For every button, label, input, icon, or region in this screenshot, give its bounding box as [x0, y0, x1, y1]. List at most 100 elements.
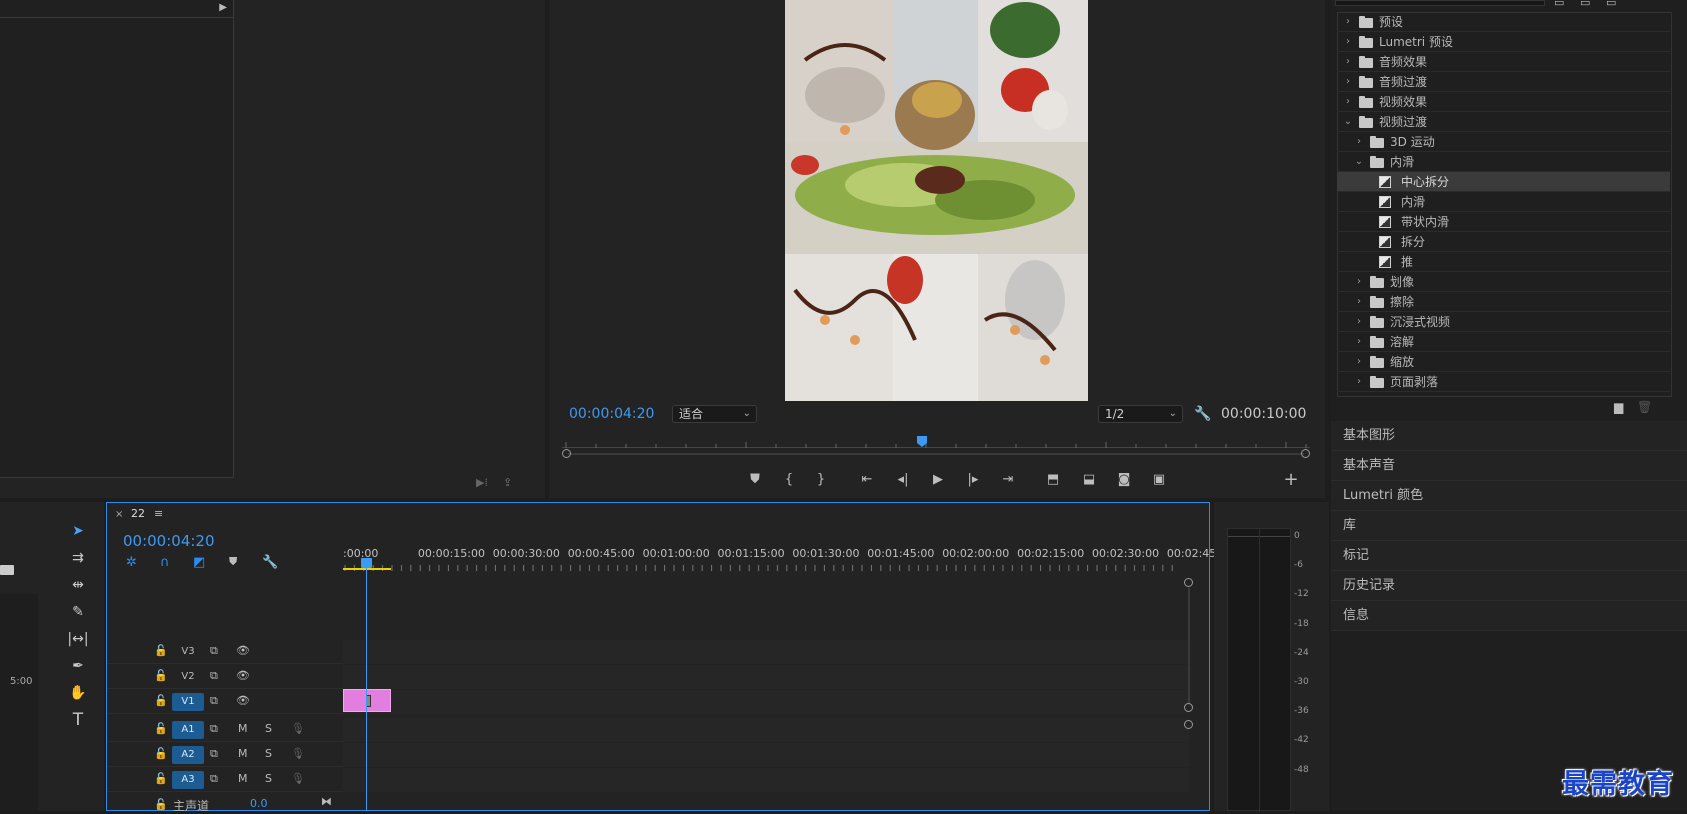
mute-button[interactable]: M [238, 747, 248, 760]
track-lane[interactable] [343, 743, 1189, 767]
effects-transition-item[interactable]: 拆分 [1337, 232, 1670, 252]
eye-icon[interactable]: 👁 [236, 644, 250, 657]
marker-icon[interactable]: ⛊ [229, 555, 237, 569]
wrench-icon[interactable]: 🔧 [1194, 406, 1211, 422]
chevron-right-icon[interactable]: › [1354, 132, 1364, 152]
step-forward-icon[interactable]: |▸ [962, 468, 984, 490]
panel-tab[interactable]: 历史记录 [1331, 571, 1687, 601]
insert-icon[interactable]: ▶⁞ [476, 476, 488, 489]
track-target-toggle[interactable]: V3 [172, 643, 204, 661]
effects-folder[interactable]: › 页面剥落 [1337, 372, 1670, 392]
compare-icon[interactable]: ▣ [1148, 468, 1170, 490]
chevron-right-icon[interactable]: › [1354, 332, 1364, 352]
chevron-right-icon[interactable]: › [1343, 52, 1353, 72]
audio-vscroll-handle[interactable] [1184, 720, 1193, 729]
chevron-right-icon[interactable]: › [1343, 32, 1353, 52]
track-target-toggle[interactable]: V1 [172, 693, 204, 711]
effects-transition-item[interactable]: 中心拆分 [1337, 172, 1670, 192]
linked-selection-icon[interactable]: ◩ [193, 555, 205, 570]
vscroll-bottom-handle[interactable] [1184, 703, 1193, 712]
effects-folder[interactable]: › Lumetri 预设 [1337, 32, 1670, 52]
new-bin-icon[interactable]: ▆ [1614, 400, 1623, 414]
panel-tab[interactable]: 基本声音 [1331, 451, 1687, 481]
solo-button[interactable]: S [265, 722, 272, 735]
bin-icon[interactable] [0, 565, 14, 575]
chevron-down-icon[interactable]: ⌄ [1343, 112, 1353, 132]
extract-icon[interactable]: ⬓ [1078, 468, 1100, 490]
32bit-icon[interactable]: ▭ [1580, 0, 1590, 9]
chevron-right-icon[interactable]: › [1343, 12, 1353, 32]
lift-icon[interactable]: ⬒ [1042, 468, 1064, 490]
effects-folder[interactable]: › 3D 运动 [1337, 132, 1670, 152]
effects-folder[interactable]: › 音频效果 [1337, 52, 1670, 72]
lock-icon[interactable]: 🔓 [154, 644, 168, 657]
program-time-ruler[interactable] [562, 436, 1310, 448]
resolution-dropdown[interactable]: 1/2 ⌄ [1098, 405, 1183, 423]
go-to-out-icon[interactable]: ⇥ [997, 468, 1019, 490]
track-lane[interactable] [343, 690, 1189, 714]
timeline-settings-icon[interactable]: 🔧 [262, 555, 278, 570]
track-select-tool-icon[interactable]: ⇉ [66, 546, 90, 570]
go-to-in-icon[interactable]: ⇤ [856, 468, 878, 490]
pen-tool-icon[interactable]: ✒ [66, 654, 90, 678]
expand-right-icon[interactable]: ▶ [219, 2, 227, 13]
chevron-right-icon[interactable]: › [1343, 72, 1353, 92]
chevron-right-icon[interactable]: › [1354, 312, 1364, 332]
scroll-handle-right[interactable] [1301, 449, 1310, 458]
chevron-right-icon[interactable]: › [1354, 372, 1364, 392]
panel-tab[interactable]: Lumetri 颜色 [1331, 481, 1687, 511]
vscroll-top-handle[interactable] [1184, 578, 1193, 587]
effects-folder[interactable]: › 溶解 [1337, 332, 1670, 352]
sequence-tab[interactable]: 22 [131, 507, 145, 520]
type-tool-icon[interactable]: T [66, 708, 90, 732]
export-icon[interactable]: ⇪ [503, 476, 512, 489]
work-area-bar[interactable] [343, 568, 391, 570]
lock-icon[interactable]: 🔓 [154, 694, 168, 707]
chevron-right-icon[interactable]: › [1354, 292, 1364, 312]
effects-folder[interactable]: › 视频效果 [1337, 92, 1670, 112]
delete-icon[interactable]: 🗑 [1637, 400, 1652, 414]
selection-tool-icon[interactable]: ➤ [66, 519, 90, 543]
sync-lock-icon[interactable]: ⧉ [210, 747, 218, 761]
sync-lock-icon[interactable]: ⧉ [210, 722, 218, 736]
effects-transition-item[interactable]: 推 [1337, 252, 1670, 272]
master-end-icon[interactable]: ⧓ [321, 795, 332, 808]
panel-tab[interactable]: 信息 [1331, 601, 1687, 631]
track-lane[interactable] [343, 640, 1189, 664]
hand-tool-icon[interactable]: ✋ [66, 681, 90, 705]
lock-icon[interactable]: 🔓 [154, 669, 168, 682]
effects-folder[interactable]: › 缩放 [1337, 352, 1670, 372]
effects-folder[interactable]: › 擦除 [1337, 292, 1670, 312]
timeline-vertical-scrollbar[interactable] [1184, 578, 1193, 808]
sync-lock-icon[interactable]: ⧉ [210, 669, 218, 683]
effects-folder[interactable]: › 预设 [1337, 12, 1670, 32]
step-back-icon[interactable]: ◂| [892, 468, 914, 490]
sync-lock-icon[interactable]: ⧉ [210, 694, 218, 708]
track-lane[interactable] [343, 718, 1189, 742]
master-lock-icon[interactable]: 🔓 [154, 798, 168, 811]
chevron-right-icon[interactable]: › [1343, 92, 1353, 112]
track-lane[interactable] [343, 665, 1189, 689]
solo-button[interactable]: S [265, 772, 272, 785]
track-lane[interactable] [343, 768, 1189, 792]
video-clip[interactable] [343, 689, 391, 712]
track-target-toggle[interactable]: V2 [172, 668, 204, 686]
lock-icon[interactable]: 🔓 [154, 747, 168, 760]
close-tab-icon[interactable]: × [115, 509, 123, 520]
eye-icon[interactable]: 👁 [236, 669, 250, 682]
microphone-icon[interactable]: 🎙 [291, 747, 305, 760]
microphone-icon[interactable]: 🎙 [291, 772, 305, 785]
track-target-toggle[interactable]: A1 [172, 721, 204, 739]
yuv-icon[interactable]: ▭ [1606, 0, 1616, 9]
effects-transition-item[interactable]: 内滑 [1337, 192, 1670, 212]
slip-tool-icon[interactable]: |↔| [66, 627, 90, 651]
chevron-right-icon[interactable]: › [1354, 272, 1364, 292]
mark-out-icon[interactable]: } [810, 468, 832, 490]
add-button-icon[interactable]: + [1280, 468, 1302, 490]
sync-lock-icon[interactable]: ⧉ [210, 772, 218, 786]
panel-tab[interactable]: 库 [1331, 511, 1687, 541]
razor-tool-icon[interactable]: ✎ [66, 600, 90, 624]
accelerated-icon[interactable]: ▭ [1554, 0, 1564, 9]
snap-icon[interactable]: ∩ [160, 555, 170, 570]
chevron-right-icon[interactable]: › [1354, 352, 1364, 372]
